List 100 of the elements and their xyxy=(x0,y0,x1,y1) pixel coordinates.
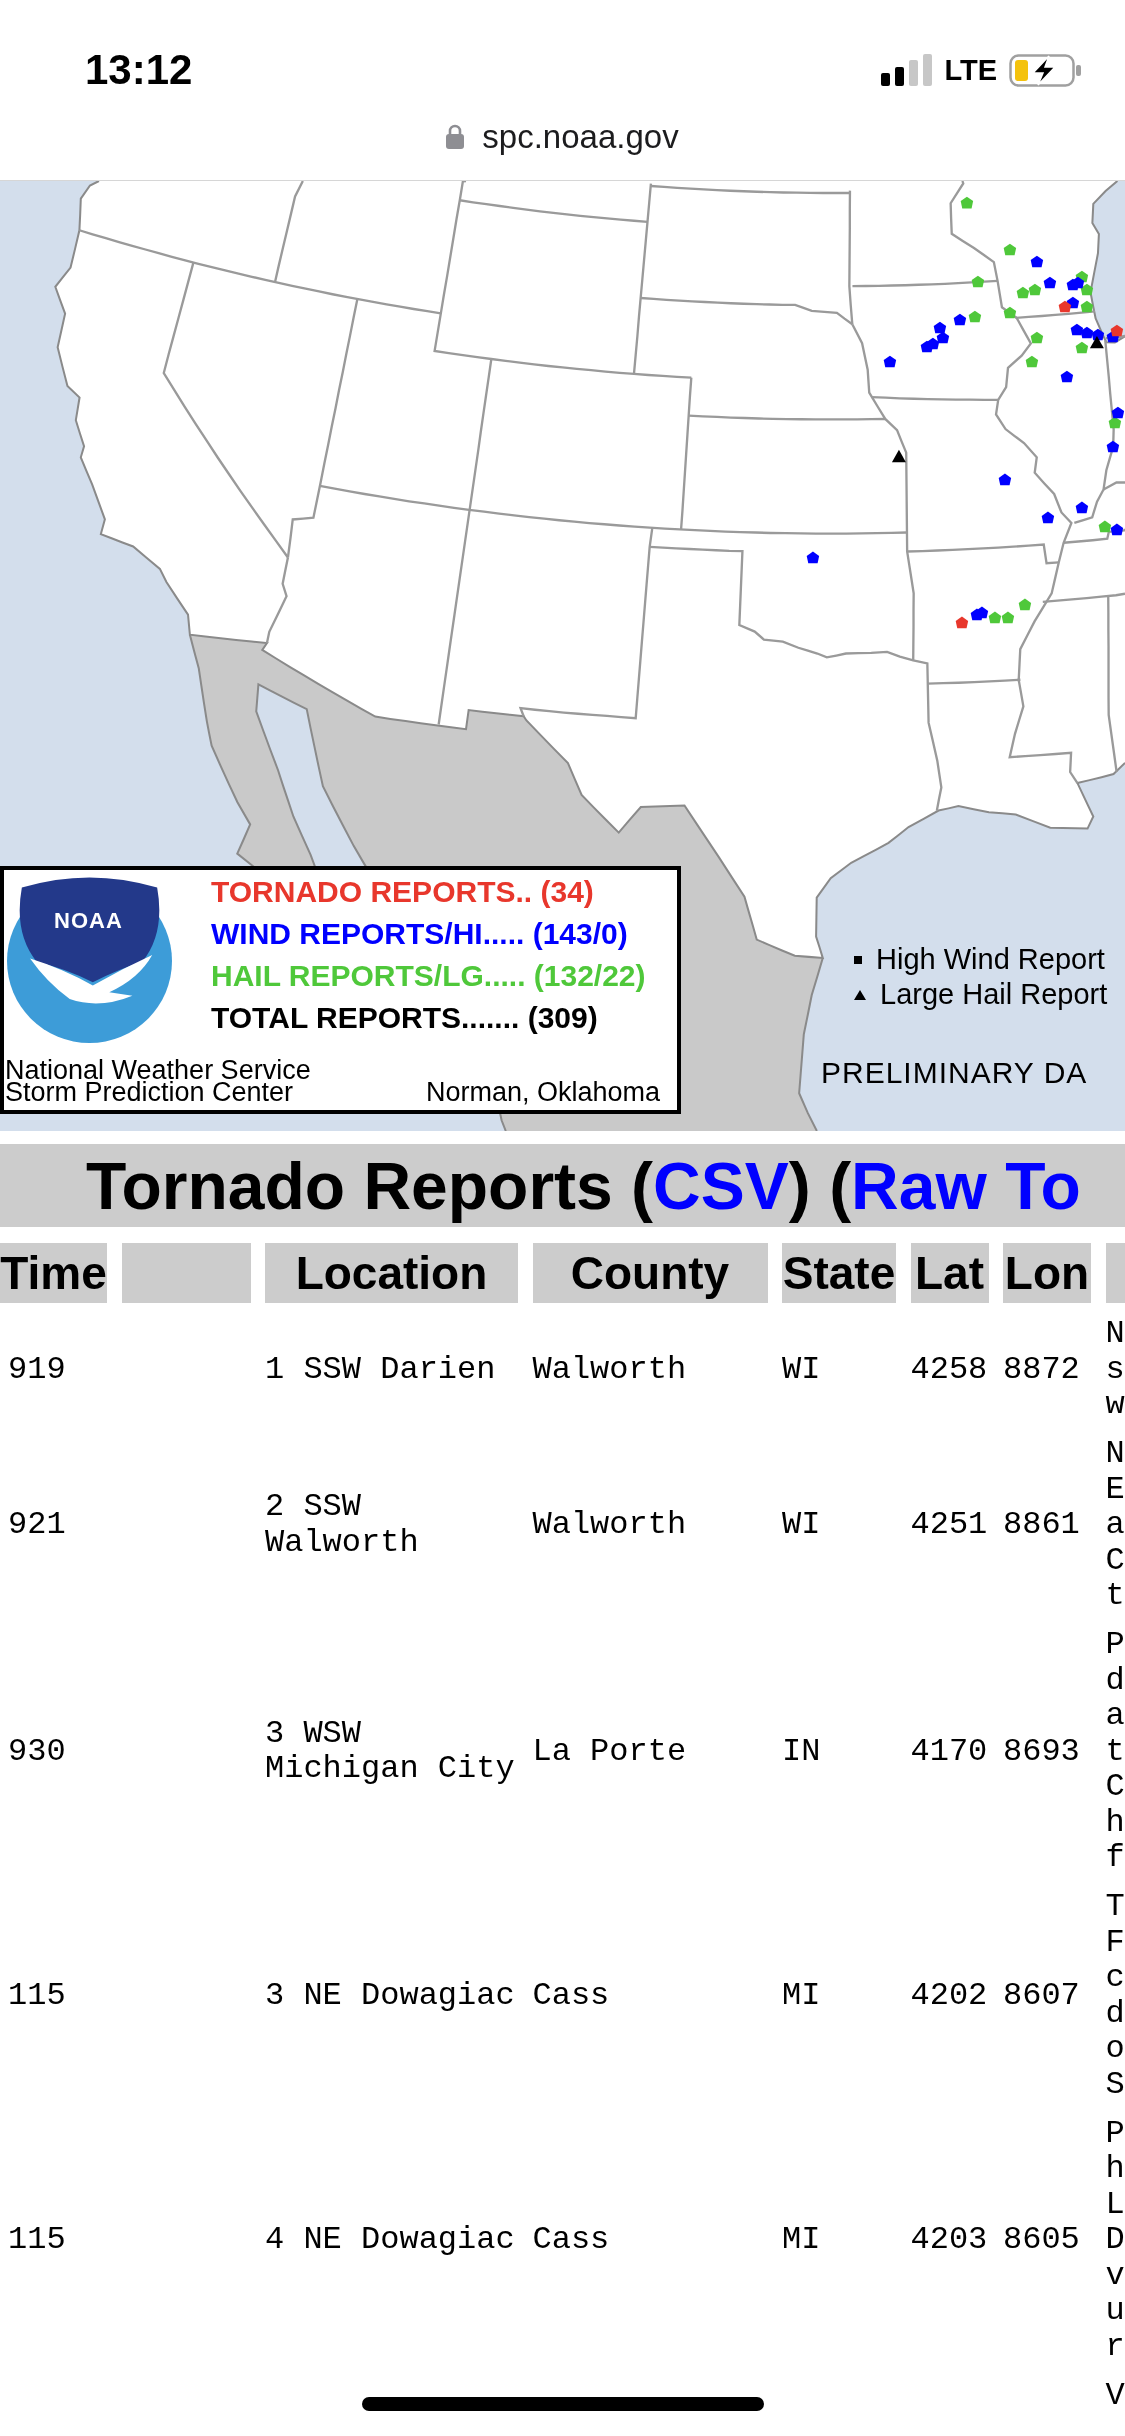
table-cell: P h L D v u r xyxy=(1105,2115,1125,2364)
signal-icon xyxy=(881,54,933,86)
table-cell: 8872 xyxy=(1003,1351,1080,1387)
table-cell: MI xyxy=(782,1977,821,2014)
battery-charging-icon xyxy=(1009,53,1082,87)
table-cell: 8693 xyxy=(1003,1733,1080,1769)
report-marker-icon xyxy=(1003,306,1017,319)
report-marker-icon xyxy=(1080,283,1094,296)
report-marker-icon xyxy=(926,337,940,350)
report-marker-icon xyxy=(971,275,985,288)
address-bar[interactable]: spc.noaa.gov xyxy=(446,119,679,153)
report-marker-icon xyxy=(998,473,1012,486)
column-header: State xyxy=(782,1243,896,1303)
report-marker-icon xyxy=(1110,324,1124,337)
report-marker-icon xyxy=(968,310,982,323)
report-marker-icon xyxy=(1075,341,1089,354)
table-cell: WI xyxy=(782,1507,821,1543)
table-cell: 921 xyxy=(8,1507,66,1543)
report-marker-icon xyxy=(1030,331,1044,344)
title-link[interactable]: Raw To xyxy=(851,1148,1081,1223)
report-marker-icon xyxy=(1001,611,1015,624)
table-cell: La Porte xyxy=(532,1733,687,1769)
table-cell: T F c d o S xyxy=(1105,1889,1125,2102)
table-cell: 4258 xyxy=(910,1351,988,1387)
seagull-logo-icon xyxy=(7,874,172,1043)
report-marker-icon xyxy=(1110,523,1124,536)
report-marker-icon xyxy=(1041,511,1055,524)
column-header: Lat xyxy=(910,1243,989,1303)
column-header: County xyxy=(532,1243,768,1303)
report-marker-icon xyxy=(960,196,974,209)
report-marker-icon xyxy=(1030,255,1044,268)
table-cell: 4170 xyxy=(910,1733,988,1769)
report-marker-icon xyxy=(936,331,950,344)
report-marker-icon xyxy=(1028,283,1042,296)
table-cell: V xyxy=(1105,2377,1125,2413)
table-cell: 115 xyxy=(8,1977,66,2014)
report-count: TOTAL REPORTS....... (309) xyxy=(211,1000,598,1036)
report-marker-icon xyxy=(1071,276,1085,289)
title-link[interactable]: CSV xyxy=(653,1148,789,1223)
table-cell: Cass xyxy=(532,1977,610,2014)
table-cell: 115 xyxy=(8,2222,66,2258)
report-count: WIND REPORTS/HI..... (143/0) xyxy=(211,916,628,952)
report-marker-icon xyxy=(988,611,1002,624)
report-marker-icon xyxy=(1018,598,1032,611)
table-cell: 3 NE Dowagiac xyxy=(265,1977,515,2014)
table-cell: N s w xyxy=(1105,1316,1125,1423)
column-header: Lon xyxy=(1003,1243,1091,1303)
table-cell: 4202 xyxy=(910,1977,988,2014)
location-text: Norman, Oklahoma xyxy=(425,1081,660,1103)
report-marker-icon xyxy=(1080,300,1094,313)
table-cell: 8861 xyxy=(1003,1507,1080,1543)
status-time: 13:12 xyxy=(85,49,193,91)
report-marker-icon xyxy=(953,313,967,326)
credit-text: Storm Prediction Center xyxy=(5,1081,294,1103)
report-marker-icon xyxy=(955,616,969,629)
table-cell: N E a C t xyxy=(1105,1436,1125,1614)
report-marker-icon xyxy=(1070,323,1084,336)
table-cell: Walworth xyxy=(532,1507,687,1543)
report-count: HAIL REPORTS/LG..... (132/22) xyxy=(211,958,646,994)
table-cell: MI xyxy=(782,2222,821,2258)
report-marker-icon xyxy=(970,608,984,621)
credit-text: National Weather Service xyxy=(5,1059,311,1081)
report-marker-icon xyxy=(1058,300,1072,313)
report-marker-icon xyxy=(1106,440,1120,453)
column-header: Time xyxy=(0,1243,107,1303)
report-count: TORNADO REPORTS.. (34) xyxy=(211,874,594,910)
report-marker-icon xyxy=(1060,370,1074,383)
table-cell: 930 xyxy=(8,1733,66,1769)
table-cell: 4 NE Dowagiac xyxy=(265,2222,515,2258)
table-cell: 8607 xyxy=(1003,1977,1080,2014)
report-marker-icon xyxy=(933,321,947,334)
report-marker-icon xyxy=(1091,328,1105,341)
report-marker-icon xyxy=(1111,406,1125,419)
column-header: Location xyxy=(265,1243,518,1303)
table-cell: 1 SSW Darien xyxy=(265,1351,496,1387)
report-marker-icon xyxy=(1080,326,1094,339)
report-marker-icon xyxy=(1025,355,1039,368)
report-marker-icon xyxy=(1098,520,1112,533)
table-cell-text: 2 SSW Walworth xyxy=(265,1489,420,1561)
banner-text: PRELIMINARY DA xyxy=(821,1055,1088,1091)
network-label: LTE xyxy=(944,55,997,85)
triangle-icon xyxy=(854,989,866,1000)
report-marker-icon xyxy=(1075,501,1089,514)
column-header xyxy=(1105,1243,1125,1303)
table-cell: 8605 xyxy=(1003,2222,1080,2258)
table-cell: Walworth xyxy=(532,1351,687,1387)
key-label: Large Hail Report xyxy=(880,980,1108,1009)
report-marker-icon xyxy=(883,355,897,368)
report-marker-icon xyxy=(1108,416,1122,429)
table-cell: Cass xyxy=(532,2222,610,2258)
report-marker-icon xyxy=(1003,243,1017,256)
report-marker-icon xyxy=(1043,276,1057,289)
report-marker-icon xyxy=(1016,286,1030,299)
table-cell: 919 xyxy=(8,1351,66,1387)
triangle-marker-icon xyxy=(1089,335,1104,349)
table-cell-text: 3 WSW Michigan City xyxy=(265,1715,516,1787)
table-cell: 4203 xyxy=(910,2222,988,2258)
lock-icon xyxy=(446,123,465,149)
table-cell: WI xyxy=(782,1351,821,1387)
table-cell: P d a t C h f xyxy=(1105,1627,1125,1876)
